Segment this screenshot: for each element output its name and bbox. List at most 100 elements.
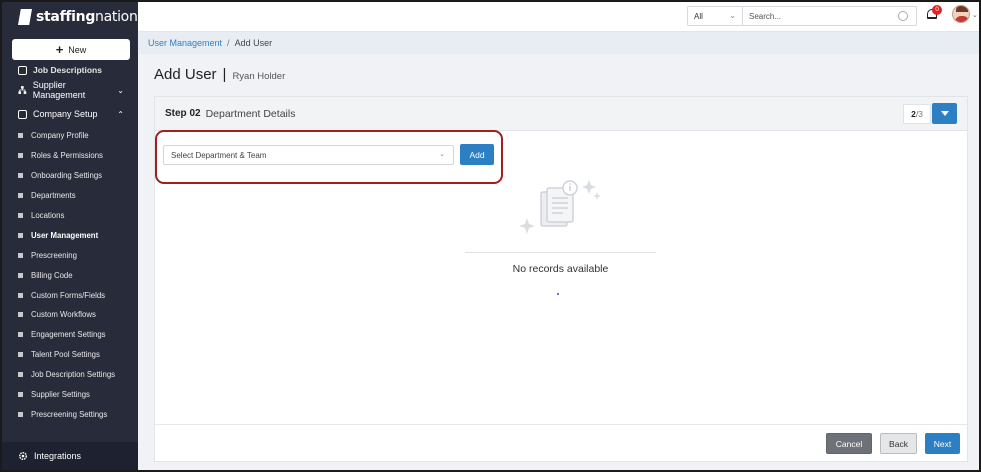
step-counter: 2/3 [903,104,931,124]
search-icon[interactable] [898,11,908,21]
bullet-icon [18,272,23,278]
app-window: staffingnation + New Job Descriptions Su… [0,0,981,472]
sidebar-item-supplier-management[interactable]: Supplier Management ⌄ [2,78,138,102]
chevron-up-icon: ⌃ [117,109,124,119]
sidebar-subitem-locations[interactable]: Locations [2,206,138,226]
bullet-icon [18,153,23,159]
sidebar-subitem-label: Locations [31,211,65,220]
sidebar-subitem-label: Supplier Settings [31,390,90,400]
sidebar-item-integrations[interactable]: Integrations [2,442,138,470]
bullet-icon [18,173,23,179]
empty-records-icon [519,180,601,234]
sidebar-subitem-label: Custom Workflows [31,310,96,320]
sidebar-subitem-label: Prescreening Settings [31,409,108,419]
logo-icon [18,9,32,25]
step-toggle-button[interactable] [932,103,957,124]
sidebar-item-label: Company Setup [33,109,98,119]
bullet-icon [18,292,23,298]
sidebar-subitem-prescreening-settings[interactable]: Prescreening Settings [2,404,138,424]
notification-badge: 0 [932,5,942,15]
sidebar-item-label: Supplier Management [32,80,86,100]
sidebar-subitem-label: User Management [31,230,99,240]
bullet-icon [18,392,23,398]
top-header: All ⌄ Search... 0 ⌄ [138,2,979,32]
bullet-icon [18,232,23,238]
department-select-placeholder: Select Department & Team [171,150,267,160]
sidebar-item-company-setup[interactable]: Company Setup ⌃ [2,102,138,126]
breadcrumb: User Management / Add User [138,32,979,54]
page-title: Add User | Ryan Holder [154,66,285,83]
bullet-icon [18,252,23,258]
sidebar-item-label: Integrations [34,451,82,461]
new-button-label: New [68,44,87,55]
sidebar-subitem-billing-code[interactable]: Billing Code [2,265,138,285]
sidebar-subitem-onboarding-settings[interactable]: Onboarding Settings [2,166,138,186]
sidebar-subitem-label: Onboarding Settings [31,171,103,181]
logo[interactable]: staffingnation [2,2,138,32]
sidebar-subitem-label: Custom Forms/Fields [31,290,106,300]
sidebar-subitem-custom-workflows[interactable]: Custom Workflows [2,305,138,325]
sidebar-subitem-talent-pool-settings[interactable]: Talent Pool Settings [2,345,138,365]
breadcrumb-separator: / [227,38,230,48]
sidebar-subitem-label: Prescreening [31,250,77,260]
sidebar-subitem-label: Company Profile [31,131,89,141]
department-team-select[interactable]: Select Department & Team ⌄ [163,145,454,165]
chevron-down-icon[interactable]: ⌄ [972,11,978,19]
step-header: Step 02 Department Details 2/3 [155,97,967,131]
document-icon [18,65,27,75]
sidebar-subitem-departments[interactable]: Departments [2,186,138,206]
step-title: Department Details [205,107,296,120]
step-total: /3 [915,109,923,119]
search-scope-value: All [694,11,703,21]
page-title-separator: | [222,66,227,83]
sidebar-subitem-label: Engagement Settings [31,330,106,340]
empty-divider [465,252,656,253]
breadcrumb-current: Add User [234,38,273,48]
breadcrumb-link-user-management[interactable]: User Management [148,38,222,48]
sidebar-subitem-label: Job Description Settings [31,370,116,380]
sidebar-subitem-custom-forms-fields[interactable]: Custom Forms/Fields [2,285,138,305]
sidebar-subitem-roles-permissions[interactable]: Roles & Permissions [2,146,138,166]
sidebar-subitem-prescreening[interactable]: Prescreening [2,245,138,265]
search-scope-select[interactable]: All ⌄ [687,6,743,26]
logo-text-thin: nation [95,9,138,25]
plus-icon: + [55,42,64,57]
new-button[interactable]: + New [12,39,130,60]
bullet-icon [18,213,23,218]
hierarchy-icon [18,86,27,94]
add-department-button[interactable]: Add [460,144,494,165]
search-input[interactable]: Search... [742,6,917,26]
sidebar-subitem-label: Talent Pool Settings [31,350,100,360]
search-placeholder: Search... [749,11,782,21]
avatar[interactable] [952,5,970,23]
cancel-button[interactable]: Cancel [826,433,872,454]
bullet-icon [18,133,23,139]
chevron-down-icon: ⌄ [439,151,445,158]
loading-dot [557,293,559,295]
next-button[interactable]: Next [925,433,960,454]
page-subtitle: Ryan Holder [232,71,286,82]
step-number: Step 02 [165,108,201,119]
sidebar-subitem-label: Departments [31,191,76,201]
empty-state-message: No records available [512,263,609,275]
sidebar-item-label: Job Descriptions [33,65,102,75]
sidebar-subitem-company-profile[interactable]: Company Profile [2,126,138,146]
sidebar-item-job-descriptions[interactable]: Job Descriptions [2,62,138,78]
chevron-down-icon: ⌄ [117,85,124,95]
sidebar-subitem-job-description-settings[interactable]: Job Description Settings [2,365,138,385]
card-footer: Cancel Back Next [155,424,967,461]
sidebar-subitem-label: Billing Code [31,270,73,280]
sidebar-subitem-supplier-settings[interactable]: Supplier Settings [2,385,138,405]
sidebar-subitem-user-management[interactable]: User Management [2,225,138,245]
gear-icon [19,452,27,460]
page-title-text: Add User [154,66,217,83]
bullet-icon [18,332,23,338]
bullet-icon [18,372,23,378]
bullet-icon [18,312,23,318]
chevron-down-icon: ⌄ [729,11,736,20]
bullet-icon [18,411,23,417]
back-button[interactable]: Back [880,433,917,454]
sidebar-subitem-engagement-settings[interactable]: Engagement Settings [2,325,138,345]
logo-text-bold: staffing [36,9,96,25]
caret-down-icon [940,110,949,116]
